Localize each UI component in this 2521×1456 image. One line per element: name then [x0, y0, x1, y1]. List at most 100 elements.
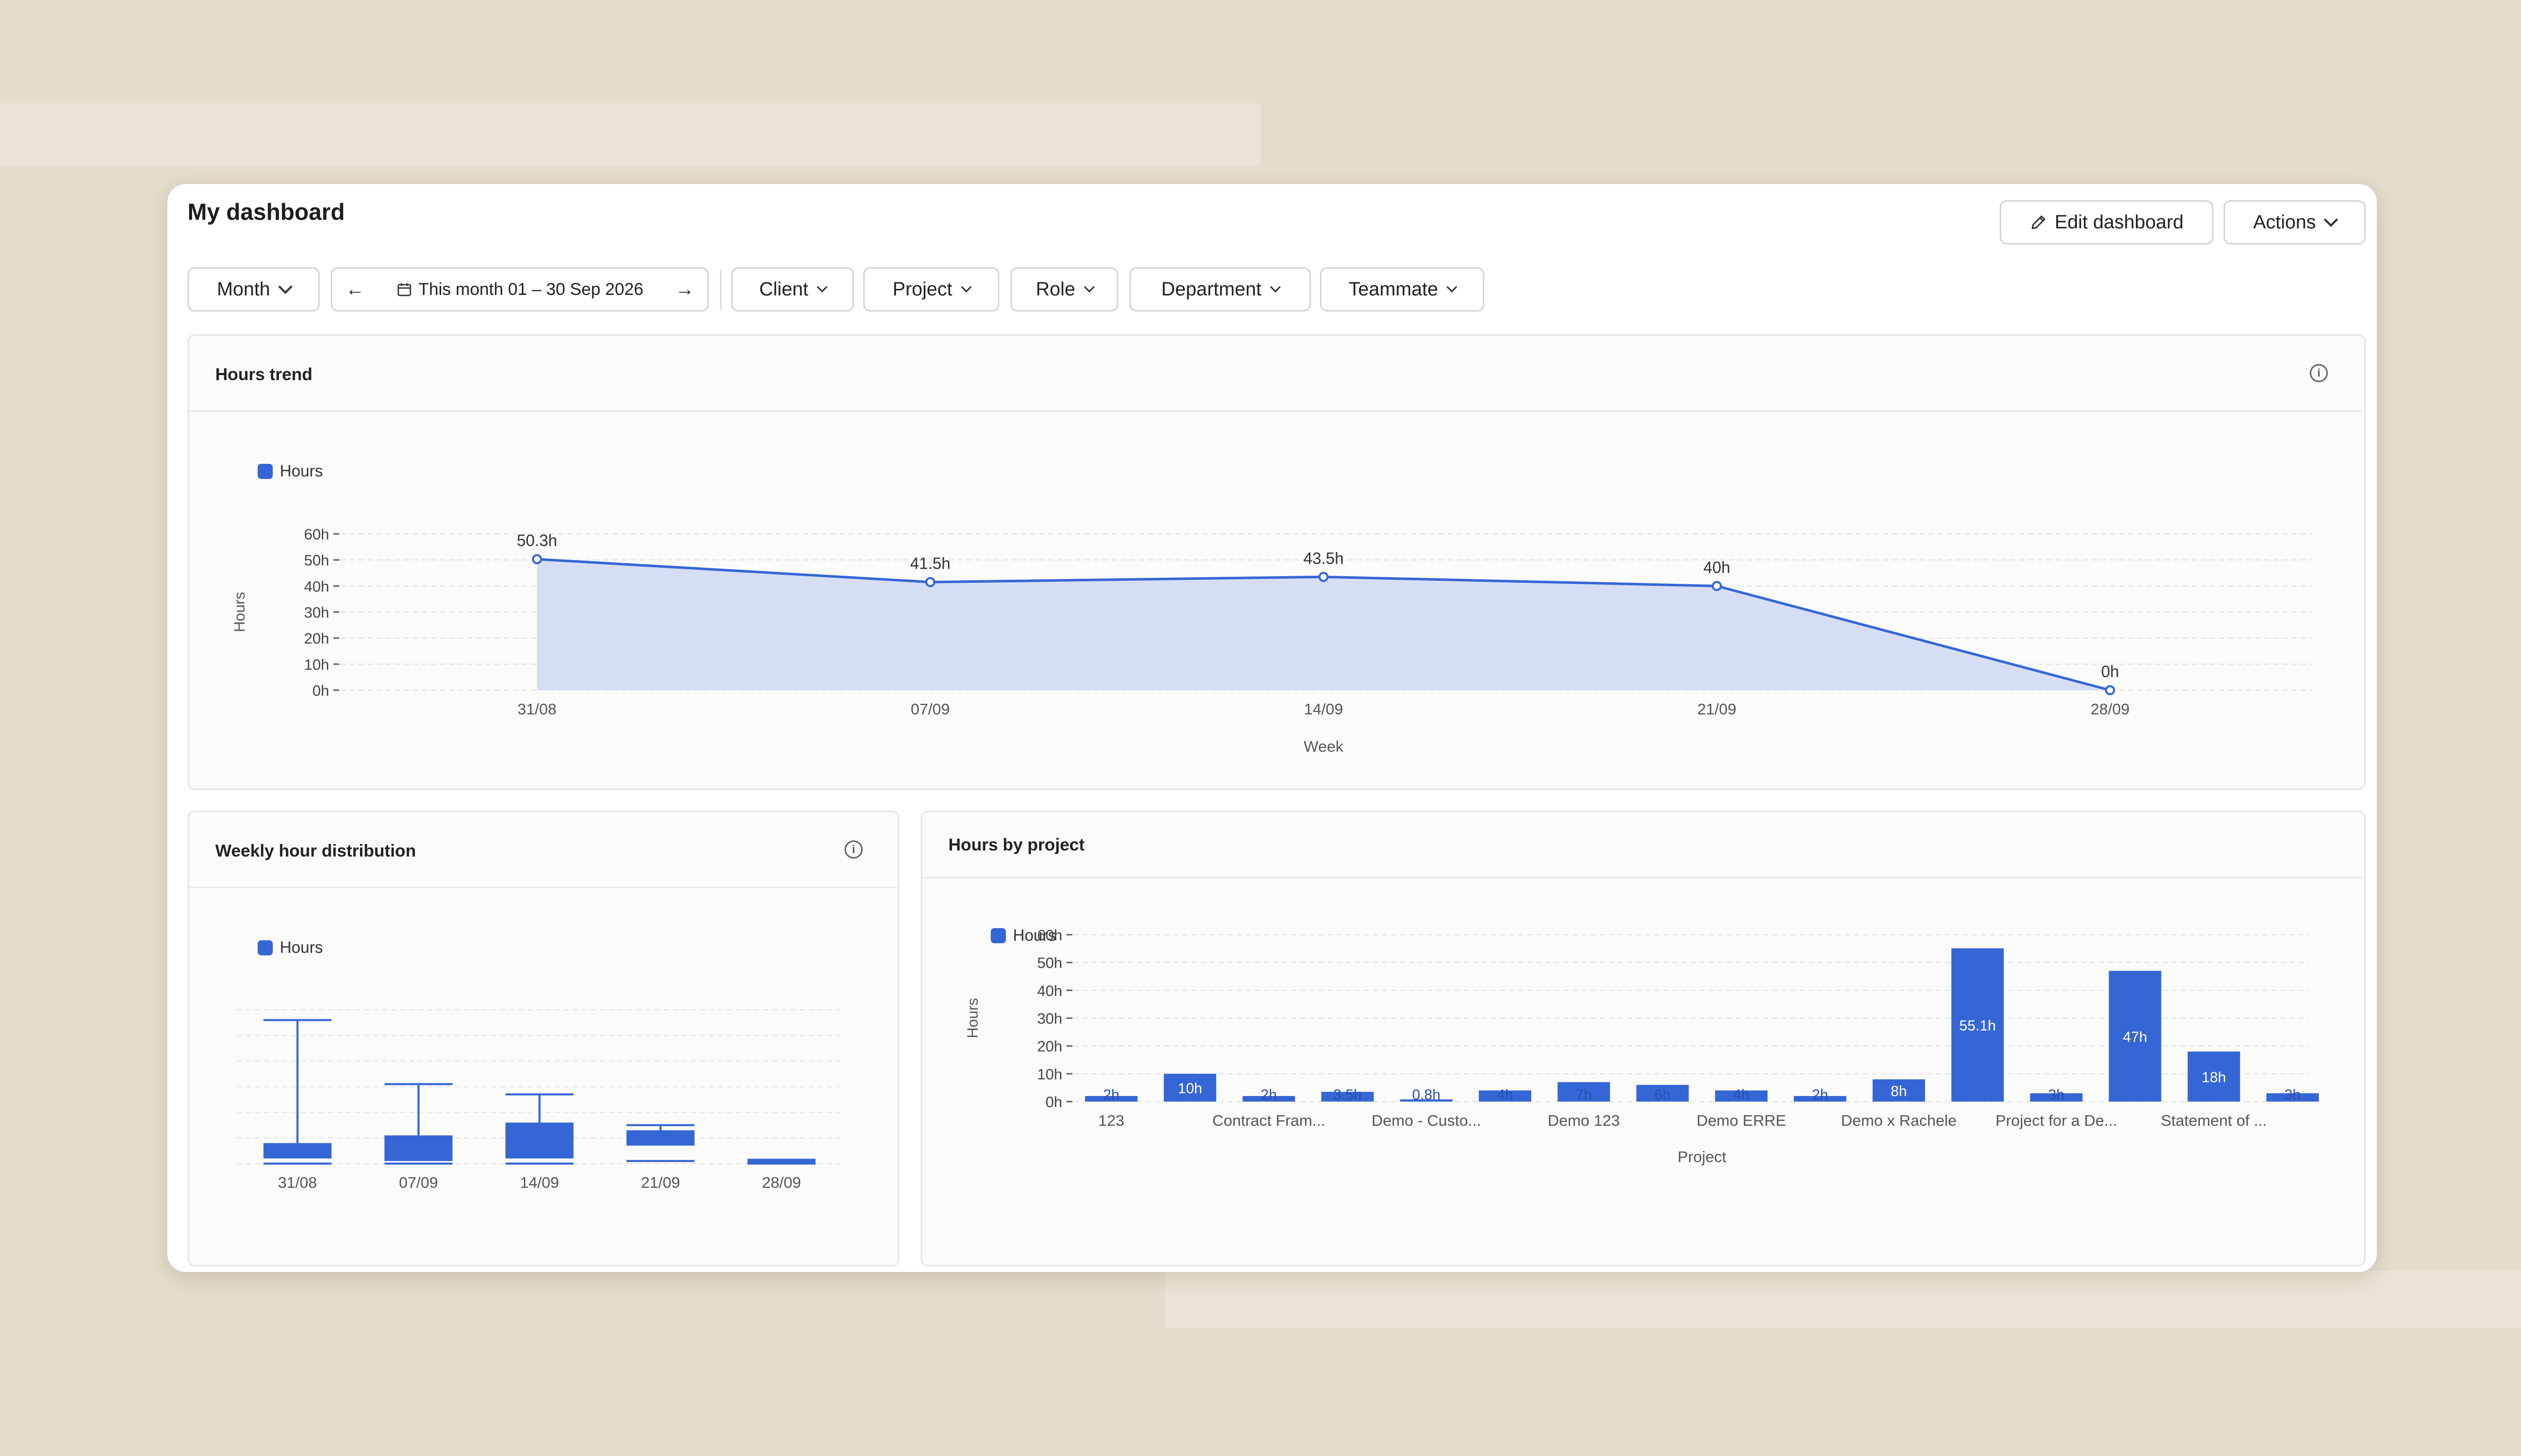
data-point — [1318, 572, 1329, 582]
project-filter-label: Project — [892, 278, 952, 300]
data-label: 3.5h — [1333, 1087, 1361, 1103]
data-label: 47h — [2123, 1029, 2147, 1045]
data-label: 8h — [1891, 1083, 1907, 1100]
client-filter[interactable]: Client — [731, 267, 854, 312]
data-label: 4h — [1733, 1087, 1749, 1103]
x-tick-label: 14/09 — [1304, 700, 1343, 718]
data-label: 41.5h — [910, 555, 950, 573]
y-tick-label: 20h — [1037, 1039, 1062, 1055]
background-band — [0, 103, 1260, 166]
chevron-down-icon — [278, 279, 292, 294]
client-filter-label: Client — [759, 278, 809, 300]
x-tick-label: 21/09 — [1697, 700, 1736, 718]
data-label: 7h — [1576, 1087, 1592, 1103]
x-tick-label: 28/09 — [2090, 700, 2130, 718]
x-tick-label: 21/09 — [641, 1174, 680, 1191]
teammate-filter[interactable]: Teammate — [1320, 267, 1484, 312]
pencil-icon — [2031, 215, 2046, 229]
period-select[interactable]: Month — [188, 267, 320, 312]
background-band — [1165, 1270, 2521, 1328]
x-tick-label: Demo - Custo... — [1371, 1112, 1481, 1129]
period-select-label: Month — [217, 278, 270, 300]
chevron-down-icon — [1447, 281, 1458, 292]
x-tick-label: 123 — [1098, 1112, 1124, 1129]
y-tick-label: 10h — [1037, 1066, 1062, 1083]
y-tick-label: 50h — [304, 553, 329, 569]
y-tick-label: 30h — [1037, 1011, 1062, 1027]
edit-dashboard-label: Edit dashboard — [2055, 211, 2184, 233]
role-filter-label: Role — [1036, 278, 1075, 300]
chevron-down-icon — [961, 281, 972, 292]
box — [263, 1143, 332, 1159]
x-tick-label: Statement of ... — [2161, 1112, 2267, 1129]
calendar-icon — [397, 283, 411, 296]
box — [384, 1135, 453, 1161]
x-tick-label: 31/08 — [517, 700, 557, 718]
dashboard-card: My dashboard Edit dashboard Actions Mont… — [167, 184, 2377, 1272]
hours-by-project-chart: 60h 50h 40h 30h 20h 10h 0h 2h 10h 2h 3.5h 0.8h 4h 7h 6… — [965, 927, 2319, 1166]
data-label: 50.3h — [517, 531, 557, 550]
filter-divider — [720, 270, 722, 310]
weekly-distribution-chart: 31/08 07/09 14/09 21/09 28/09 — [237, 1009, 839, 1191]
date-range-label[interactable]: This month 01 – 30 Sep 2026 — [418, 280, 643, 299]
hours-trend-chart: 60h 50h 40h 30h 20h 10h 0h 50.3h 31/08 41.5h 07/09… — [231, 526, 2312, 755]
x-tick-label: Demo x Rachele — [1841, 1112, 1956, 1129]
data-label: 0h — [2101, 662, 2119, 681]
actions-button[interactable]: Actions — [2224, 200, 2366, 245]
x-tick-label: 14/09 — [520, 1174, 559, 1191]
y-tick-label: 50h — [1037, 955, 1062, 972]
arrow-left-icon[interactable]: ← — [345, 279, 365, 300]
data-label: 43.5h — [1303, 549, 1344, 567]
y-tick-label: 30h — [304, 604, 329, 621]
role-filter[interactable]: Role — [1010, 267, 1118, 312]
chevron-down-icon — [1270, 281, 1281, 292]
arrow-right-icon[interactable]: → — [675, 279, 694, 300]
y-tick-label: 60h — [1037, 927, 1062, 944]
department-filter[interactable]: Department — [1129, 267, 1311, 312]
hours-by-project-panel: Hours by project Hours 60h 50h 40h 30h 20h 10… — [921, 811, 2366, 1266]
y-axis-label: Hours — [231, 592, 248, 632]
x-tick-label: Contract Fram... — [1212, 1112, 1325, 1129]
x-axis-label: Week — [1304, 738, 1344, 755]
data-point — [2105, 685, 2115, 695]
y-tick-label: 20h — [304, 631, 329, 647]
box — [626, 1130, 695, 1146]
x-tick-label: 07/09 — [399, 1174, 438, 1191]
data-label: 40h — [1703, 558, 1730, 576]
actions-label: Actions — [2253, 211, 2316, 233]
page-title: My dashboard — [188, 199, 345, 225]
x-tick-label: 31/08 — [278, 1174, 317, 1191]
data-label: 2h — [1103, 1087, 1119, 1103]
data-point — [532, 554, 542, 565]
data-label: 2h — [1812, 1087, 1828, 1103]
data-point — [925, 577, 935, 587]
data-label: 6h — [1654, 1087, 1670, 1103]
x-tick-label: Demo 123 — [1548, 1112, 1620, 1129]
chevron-down-icon — [2324, 212, 2338, 227]
y-tick-label: 40h — [1037, 983, 1062, 999]
y-tick-label: 0h — [313, 683, 329, 699]
y-axis-label: Hours — [965, 998, 981, 1038]
y-tick-label: 40h — [304, 578, 329, 595]
chevron-down-icon — [816, 281, 828, 292]
edit-dashboard-button[interactable]: Edit dashboard — [2000, 200, 2213, 245]
chevron-down-icon — [1084, 281, 1095, 292]
y-tick-label: 0h — [1046, 1094, 1062, 1111]
data-label: 0.8h — [1412, 1087, 1440, 1103]
weekly-distribution-panel: Weekly hour distribution i Hours 31/08 07… — [188, 811, 899, 1266]
hours-trend-panel: Hours trend i Hours 60h 50h 40h 30h 20h 10h 0h… — [188, 334, 2366, 790]
data-label: 18h — [2202, 1069, 2226, 1085]
data-label: 3h — [2285, 1087, 2301, 1103]
data-label: 55.1h — [1959, 1018, 1996, 1034]
data-label: 3h — [2048, 1087, 2064, 1103]
y-tick-label: 10h — [304, 656, 329, 673]
teammate-filter-label: Teammate — [1348, 278, 1438, 300]
data-label: 10h — [1178, 1080, 1202, 1097]
x-tick-label: Demo ERRE — [1697, 1112, 1786, 1129]
date-range-picker: ← This month 01 – 30 Sep 2026 → — [331, 267, 709, 312]
project-filter[interactable]: Project — [863, 267, 999, 312]
data-label: 4h — [1497, 1087, 1513, 1103]
data-label: 2h — [1260, 1087, 1277, 1103]
x-axis-label: Project — [1677, 1148, 1726, 1166]
x-tick-label: Project for a De... — [1996, 1112, 2117, 1129]
